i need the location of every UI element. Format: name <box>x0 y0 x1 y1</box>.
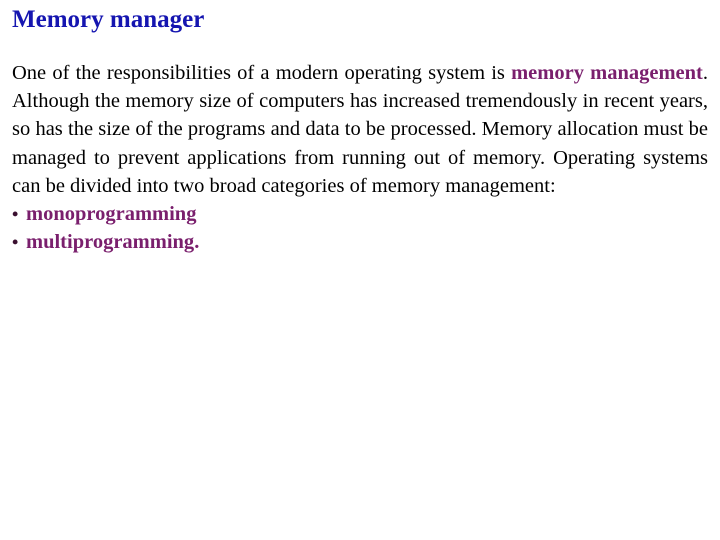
slide-canvas: Memory manager One of the responsibiliti… <box>0 0 720 540</box>
paragraph-segment-1: One of the responsibilities of a modern … <box>12 62 512 84</box>
highlight-memory-management: memory management <box>511 62 703 84</box>
list-item: • multiprogramming. <box>12 228 708 256</box>
body-paragraph: One of the responsibilities of a modern … <box>12 59 708 200</box>
page-title: Memory manager <box>12 6 205 33</box>
slide-body: One of the responsibilities of a modern … <box>12 59 708 256</box>
bullet-point-icon: • <box>12 232 19 253</box>
category-list: • monoprogramming • multiprogramming. <box>12 200 708 256</box>
bullet-point-icon: • <box>12 204 19 225</box>
list-item: • monoprogramming <box>12 200 708 228</box>
list-item-tail: . <box>194 231 200 254</box>
list-item-label: multiprogramming <box>26 231 195 254</box>
list-item-label: monoprogramming <box>26 203 197 226</box>
